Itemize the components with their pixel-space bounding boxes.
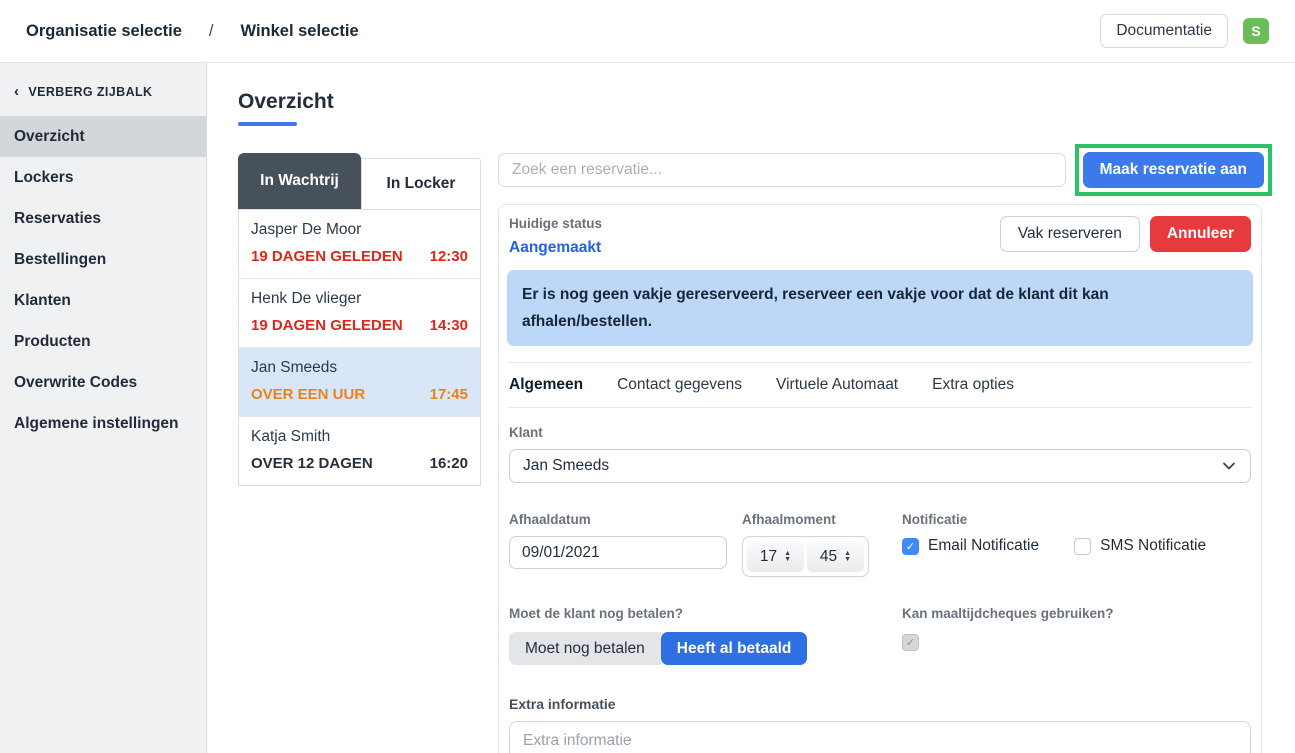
queue-row-time: 14:30 [430, 317, 468, 334]
hour-value: 17 [760, 548, 777, 566]
hide-sidebar-label: VERBERG ZIJBALK [28, 85, 152, 99]
status-block: Huidige status Aangemaakt [509, 216, 602, 257]
queue-row-when: OVER EEN UUR [251, 386, 365, 403]
sms-notification-checkbox[interactable]: SMS Notificatie [1074, 537, 1206, 555]
klant-select-value: Jan Smeeds [523, 457, 609, 475]
payment-question-label: Moet de klant nog betalen? [509, 606, 902, 621]
extra-informatie-textarea[interactable] [509, 721, 1251, 753]
afhaalmoment-label: Afhaalmoment [742, 512, 870, 527]
create-reservation-button[interactable]: Maak reservatie aan [1083, 152, 1264, 188]
meal-cheques-checkbox[interactable]: ✓ [902, 634, 919, 651]
queue-row-jan-selected[interactable]: Jan Smeeds OVER EEN UUR 17:45 [239, 348, 480, 417]
toolbar: Maak reservatie aan [498, 153, 1262, 196]
queue-column: In Wachtrij In Locker Jasper De Moor 19 … [238, 153, 481, 753]
queue-row-henk[interactable]: Henk De vlieger 19 DAGEN GELEDEN 14:30 [239, 279, 480, 348]
app-window: Organisatie selectie / Winkel selectie D… [0, 0, 1295, 753]
notificatie-label: Notificatie [902, 512, 1251, 527]
queue-row-katja[interactable]: Katja Smith OVER 12 DAGEN 16:20 [239, 417, 480, 485]
cheques-question-label: Kan maaltijdcheques gebruiken? [902, 606, 1114, 621]
tab-virtuele-automaat[interactable]: Virtuele Automaat [776, 376, 898, 394]
queue-row-time: 17:45 [430, 386, 468, 403]
queue-row-time: 12:30 [430, 248, 468, 265]
search-input[interactable] [498, 153, 1066, 187]
queue-row-name: Jasper De Moor [251, 221, 468, 239]
afhaaldatum-label: Afhaaldatum [509, 512, 727, 527]
main-content: Overzicht In Wachtrij In Locker Jasper D… [207, 63, 1295, 753]
chevron-down-icon [1221, 458, 1237, 474]
detail-column: Maak reservatie aan Huidige status Aange… [498, 153, 1262, 753]
tab-in-wachtrij[interactable]: In Wachtrij [238, 153, 361, 209]
user-avatar[interactable]: S [1243, 18, 1269, 44]
annotation-highlight-box: Maak reservatie aan [1075, 144, 1272, 196]
sidebar-item-reservaties[interactable]: Reservaties [0, 198, 206, 239]
page-title-underline [238, 122, 297, 126]
topbar-right: Documentatie S [1100, 14, 1269, 48]
topbar: Organisatie selectie / Winkel selectie D… [0, 0, 1295, 63]
sidebar-item-bestellingen[interactable]: Bestellingen [0, 239, 206, 280]
queue-row-name: Katja Smith [251, 428, 468, 446]
status-value-link[interactable]: Aangemaakt [509, 239, 602, 257]
queue-row-when: 19 DAGEN GELEDEN [251, 317, 403, 334]
reservation-detail-card: Huidige status Aangemaakt Vak reserveren… [498, 204, 1262, 753]
queue-row-name: Henk De vlieger [251, 290, 468, 308]
email-notification-label: Email Notificatie [928, 537, 1039, 555]
chevron-left-icon: ‹ [14, 84, 19, 99]
queue-row-when: 19 DAGEN GELEDEN [251, 248, 403, 265]
documentation-button[interactable]: Documentatie [1100, 14, 1228, 48]
tab-in-locker[interactable]: In Locker [361, 158, 481, 209]
info-alert: Er is nog geen vakje gereserveerd, reser… [507, 270, 1253, 346]
tab-algemeen[interactable]: Algemeen [509, 376, 583, 394]
tab-contact-gegevens[interactable]: Contact gegevens [617, 376, 742, 394]
page-title: Overzicht [238, 90, 1262, 114]
extra-informatie-label: Extra informatie [509, 696, 1251, 712]
stepper-arrows-icon[interactable]: ▲▼ [844, 551, 851, 563]
queue-list: Jasper De Moor 19 DAGEN GELEDEN 12:30 He… [238, 209, 481, 486]
minute-stepper[interactable]: 45 ▲▼ [807, 541, 864, 572]
minute-value: 45 [820, 548, 837, 566]
breadcrumb-shop[interactable]: Winkel selectie [241, 22, 359, 41]
checkbox-unchecked-icon[interactable] [1074, 538, 1091, 555]
breadcrumb: Organisatie selectie / Winkel selectie [26, 22, 359, 41]
sms-notification-label: SMS Notificatie [1100, 537, 1206, 555]
sidebar: ‹ VERBERG ZIJBALK Overzicht Lockers Rese… [0, 63, 207, 753]
detail-tabs: Algemeen Contact gegevens Virtuele Autom… [507, 362, 1253, 408]
breadcrumb-organisation[interactable]: Organisatie selectie [26, 22, 182, 41]
queue-row-time: 16:20 [430, 455, 468, 472]
queue-tabs: In Wachtrij In Locker [238, 153, 481, 209]
klant-label: Klant [509, 425, 1251, 440]
hide-sidebar-button[interactable]: ‹ VERBERG ZIJBALK [0, 84, 206, 99]
queue-row-name: Jan Smeeds [251, 359, 468, 377]
payment-segmented-control: Moet nog betalen Heeft al betaald [509, 632, 807, 665]
cancel-button[interactable]: Annuleer [1150, 216, 1251, 252]
sidebar-item-klanten[interactable]: Klanten [0, 280, 206, 321]
sidebar-item-lockers[interactable]: Lockers [0, 157, 206, 198]
sidebar-item-overwrite-codes[interactable]: Overwrite Codes [0, 362, 206, 403]
hour-stepper[interactable]: 17 ▲▼ [747, 541, 804, 572]
queue-row-jasper[interactable]: Jasper De Moor 19 DAGEN GELEDEN 12:30 [239, 210, 480, 279]
sidebar-item-algemene-instellingen[interactable]: Algemene instellingen [0, 403, 206, 444]
tab-extra-opties[interactable]: Extra opties [932, 376, 1014, 394]
klant-select[interactable]: Jan Smeeds [509, 449, 1251, 483]
time-picker: 17 ▲▼ 45 ▲▼ [742, 536, 869, 577]
sidebar-item-producten[interactable]: Producten [0, 321, 206, 362]
stepper-arrows-icon[interactable]: ▲▼ [784, 551, 791, 563]
status-label: Huidige status [509, 216, 602, 231]
afhaaldatum-input[interactable] [509, 536, 727, 569]
email-notification-checkbox[interactable]: ✓ Email Notificatie [902, 537, 1039, 555]
queue-row-when: OVER 12 DAGEN [251, 455, 373, 472]
breadcrumb-separator: / [209, 22, 214, 41]
sidebar-item-overzicht[interactable]: Overzicht [0, 116, 206, 157]
payment-option-not-paid[interactable]: Moet nog betalen [509, 632, 661, 665]
payment-option-paid[interactable]: Heeft al betaald [661, 632, 808, 665]
reserve-slot-button[interactable]: Vak reserveren [1000, 216, 1140, 252]
checkbox-checked-icon[interactable]: ✓ [902, 538, 919, 555]
